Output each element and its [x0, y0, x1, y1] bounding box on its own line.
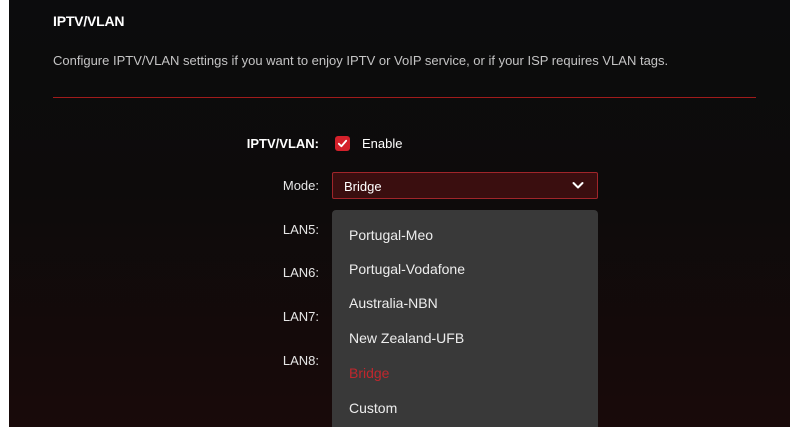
lan8-label: LAN8:	[282, 353, 319, 368]
mode-dropdown-list: Portugal-Meo Portugal-Vodafone Australia…	[332, 210, 598, 427]
mode-select[interactable]: Bridge	[332, 172, 598, 199]
dropdown-option[interactable]: Portugal-Meo	[349, 227, 433, 243]
check-icon	[337, 139, 348, 148]
dropdown-option-selected[interactable]: Bridge	[349, 365, 389, 381]
enable-checkbox[interactable]	[335, 136, 350, 151]
dropdown-option[interactable]: New Zealand-UFB	[349, 330, 464, 346]
chevron-down-icon	[572, 182, 584, 189]
lan7-label: LAN7:	[282, 309, 319, 324]
section-title: IPTV/VLAN	[53, 13, 125, 29]
lan6-label: LAN6:	[282, 265, 319, 280]
mode-label: Mode:	[282, 178, 319, 193]
iptv-vlan-label: IPTV/VLAN:	[246, 136, 319, 151]
dropdown-option[interactable]: Custom	[349, 400, 397, 416]
dropdown-option[interactable]: Portugal-Vodafone	[349, 261, 465, 277]
enable-label[interactable]: Enable	[362, 136, 402, 151]
dropdown-option[interactable]: Australia-NBN	[349, 295, 438, 311]
settings-panel: IPTV/VLAN Configure IPTV/VLAN settings i…	[9, 0, 790, 427]
section-description: Configure IPTV/VLAN settings if you want…	[53, 53, 669, 68]
mode-select-value: Bridge	[344, 179, 382, 194]
section-divider	[53, 97, 756, 98]
lan5-label: LAN5:	[282, 222, 319, 237]
